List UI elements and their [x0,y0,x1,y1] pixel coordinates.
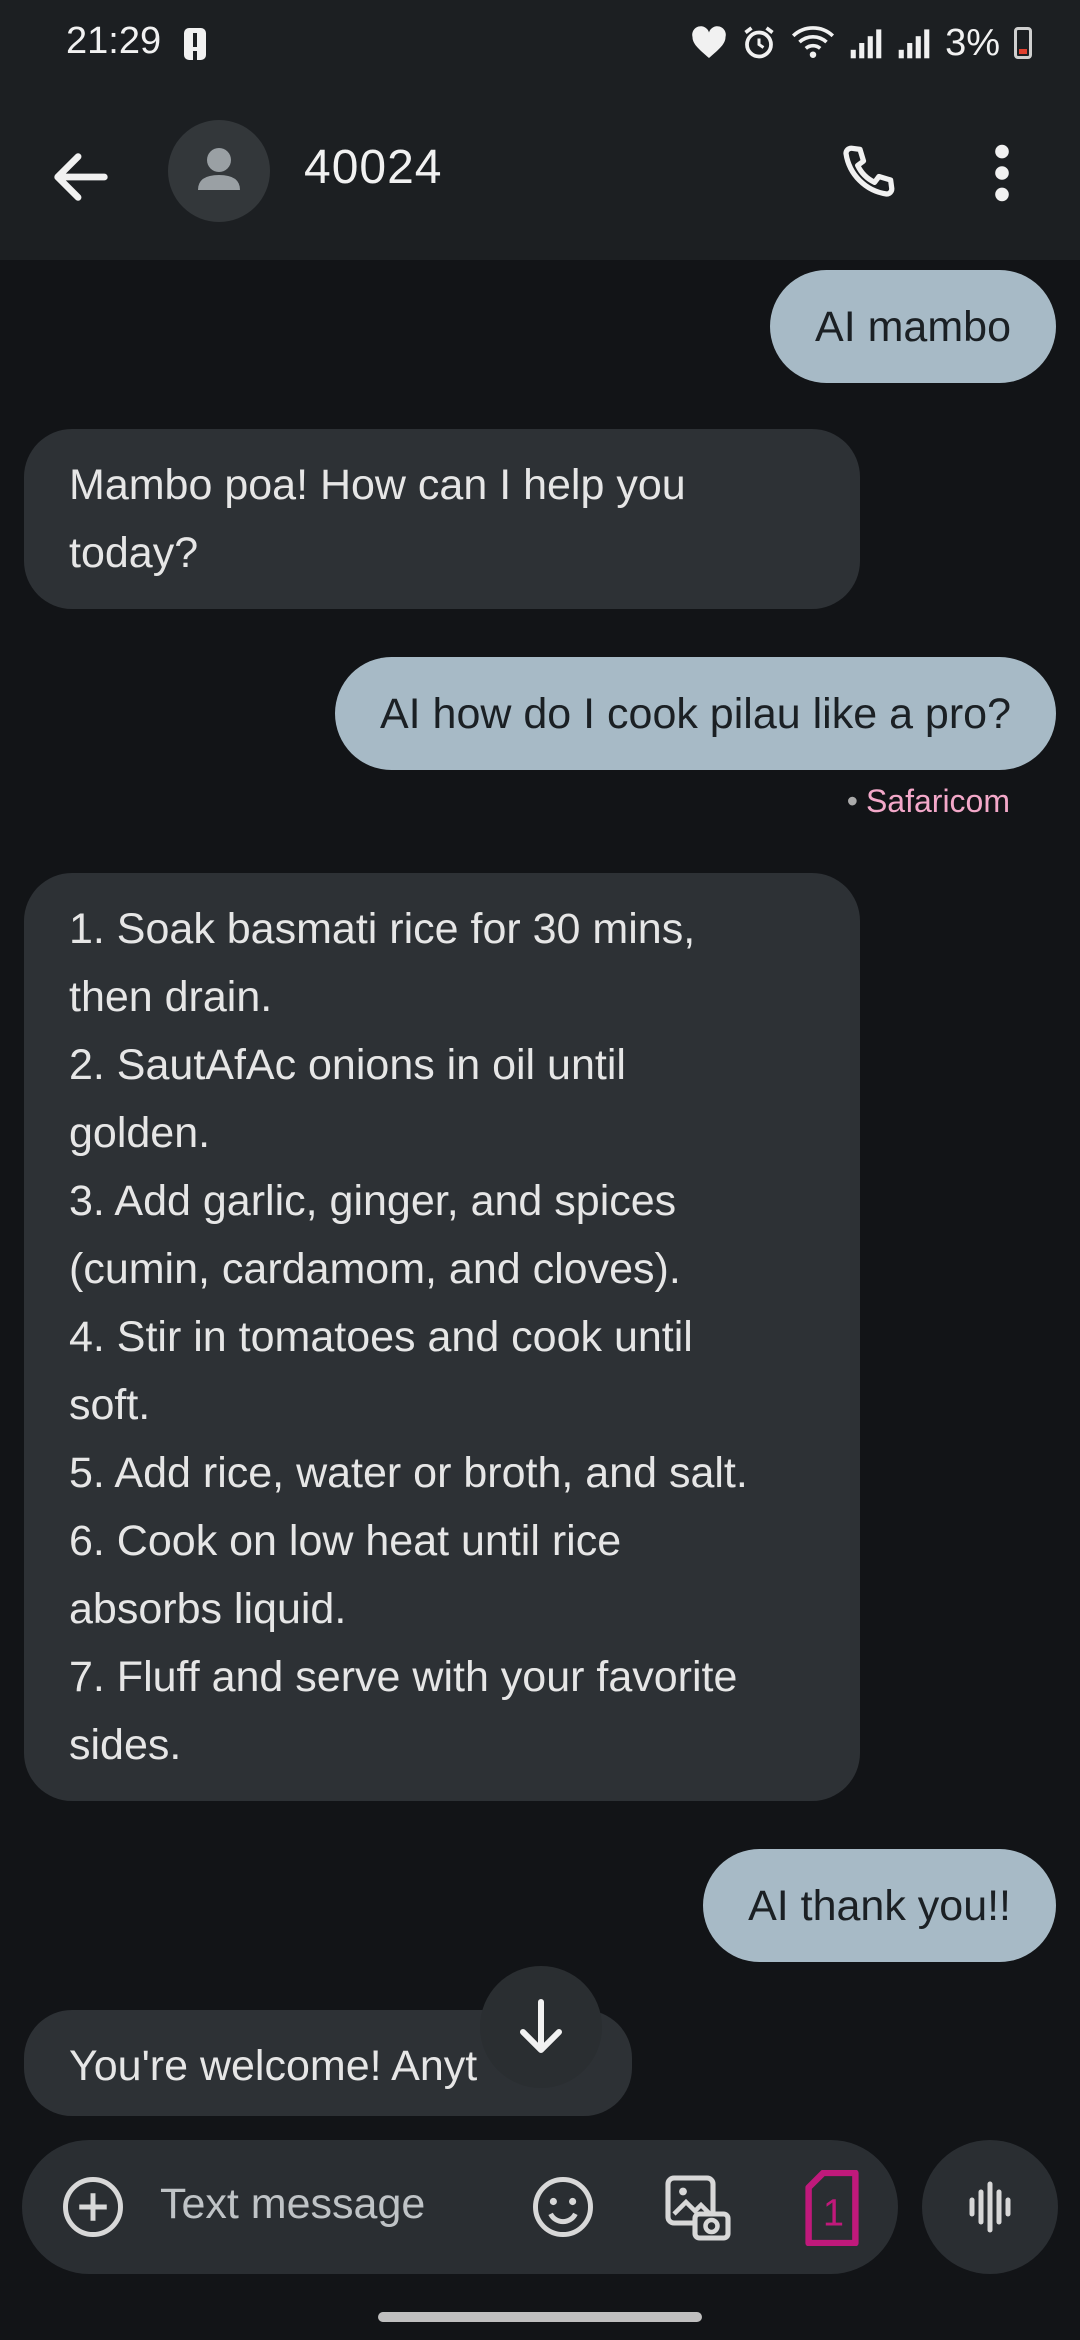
emoji-icon[interactable] [530,2174,596,2240]
home-indicator[interactable] [378,2312,702,2322]
message-outgoing[interactable]: AI how do I cook pilau like a pro? [334,657,1056,770]
conversation-header: 40024 [0,90,1080,260]
phone-icon[interactable] [832,138,902,208]
battery-percent: 3% [945,21,1000,64]
more-vert-icon[interactable] [980,138,1024,208]
sim-card-icon[interactable]: 1 [802,2170,862,2246]
wifi-icon [792,26,835,58]
message-incoming[interactable]: Mambo poa! How can I help you today? [24,429,860,609]
arrow-down-icon [520,1999,562,2053]
scroll-to-bottom-button[interactable] [480,1966,602,2088]
message-outgoing[interactable]: AI thank you!! [703,1849,1056,1962]
add-circle-icon[interactable] [60,2174,126,2240]
message-input[interactable]: Text message [160,2180,425,2229]
heart-icon [692,26,726,58]
signal-icon-2 [898,29,930,59]
sim-slot-label: 1 [823,2193,844,2235]
person-icon [198,148,240,190]
status-icons: 3% [691,18,1032,68]
alert-icon [184,28,206,60]
message-outgoing[interactable]: AI mambo [770,270,1056,383]
message-incoming[interactable]: 1. Soak basmati rice for 30 mins, then d… [24,873,860,1801]
battery-icon [1014,27,1032,59]
contact-name[interactable]: 40024 [304,140,442,195]
sender-label: Safaricom [865,783,1010,819]
avatar[interactable] [168,120,270,222]
gallery-icon[interactable] [662,2172,734,2244]
status-bar: 21:29 3% [0,0,1080,90]
alarm-icon [744,26,774,59]
arrow-left-icon[interactable] [46,142,116,212]
voice-wave-icon [969,2181,1011,2233]
message-sender: • Safaricom [846,783,1010,819]
signal-icon [850,29,882,59]
status-time: 21:29 [66,20,162,62]
voice-record-button[interactable] [922,2140,1058,2274]
message-composer: Text message 1 [22,2140,898,2274]
